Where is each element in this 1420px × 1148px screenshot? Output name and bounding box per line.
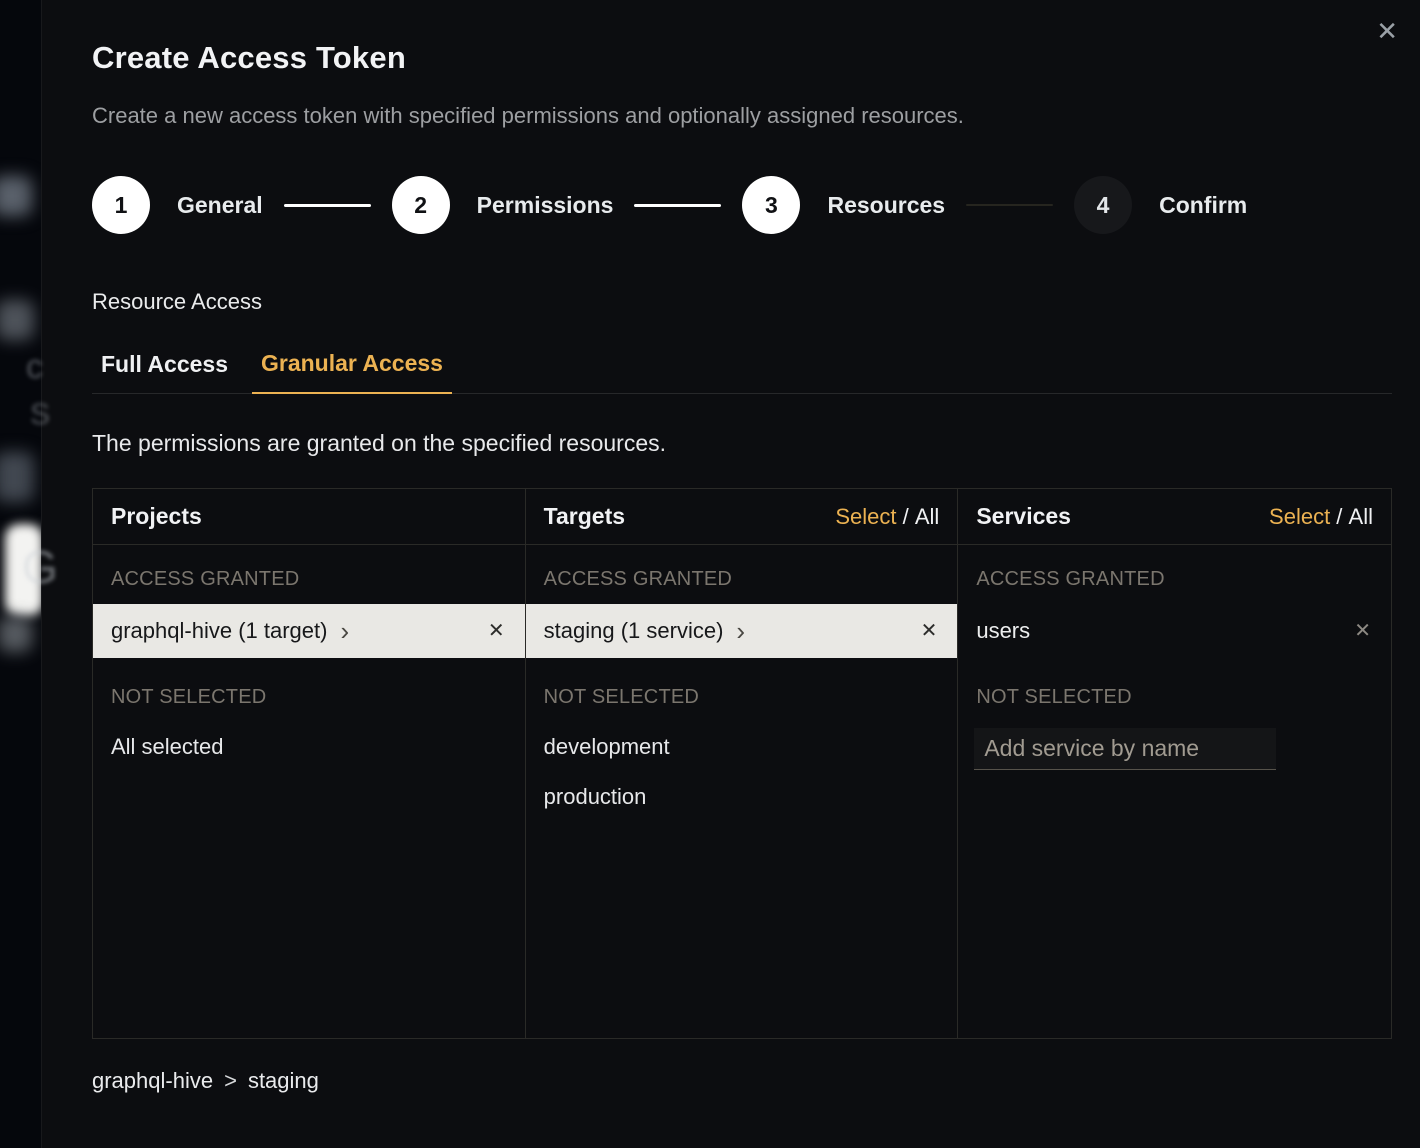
granted-service-name: users (976, 618, 1030, 644)
granted-project-name: graphql-hive (1 target) (111, 618, 327, 644)
services-select-all: Select / All (1269, 504, 1373, 530)
backdrop-blur-blob (0, 616, 32, 652)
projects-all-selected-note: All selected (93, 722, 525, 772)
column-title: Projects (111, 503, 202, 530)
step-connector (966, 204, 1053, 206)
step-label: Resources (827, 192, 945, 219)
step-connector (284, 204, 371, 207)
add-service-input[interactable] (974, 728, 1276, 770)
breadcrumb-target[interactable]: staging (248, 1068, 319, 1094)
targets-all-link[interactable]: All (915, 504, 939, 530)
granted-target-row[interactable]: staging (1 service) › ✕ (526, 604, 958, 658)
breadcrumb: graphql-hive > staging (92, 1068, 1392, 1094)
select-all-separator: / (897, 504, 915, 529)
step-number-circle: 4 (1074, 176, 1132, 234)
granted-target-name: staging (1 service) (544, 618, 724, 644)
stepper: 1 General 2 Permissions 3 Resources 4 Co… (92, 176, 1392, 234)
modal-subtitle: Create a new access token with specified… (92, 103, 1392, 129)
breadcrumb-project[interactable]: graphql-hive (92, 1068, 213, 1094)
resource-access-heading: Resource Access (92, 289, 1392, 315)
step-confirm[interactable]: 4 Confirm (1074, 176, 1247, 234)
services-select-link[interactable]: Select (1269, 504, 1330, 530)
targets-column: Targets Select / All ACCESS GRANTED stag… (526, 489, 959, 1038)
projects-column: Projects ACCESS GRANTED graphql-hive (1 … (93, 489, 526, 1038)
create-access-token-modal: ✕ Create Access Token Create a new acces… (41, 0, 1420, 1148)
backdrop-blur-blob (0, 176, 32, 216)
backdrop-blur-blob (0, 300, 34, 340)
step-connector (634, 204, 721, 207)
step-label: Confirm (1159, 192, 1247, 219)
access-granted-label: ACCESS GRANTED (526, 545, 958, 604)
projects-column-header: Projects (93, 489, 525, 545)
step-permissions[interactable]: 2 Permissions (392, 176, 614, 234)
services-all-link[interactable]: All (1349, 504, 1373, 530)
backdrop-blur-blob (0, 452, 34, 502)
step-general[interactable]: 1 General (92, 176, 263, 234)
access-granted-label: ACCESS GRANTED (958, 545, 1391, 604)
tab-full-access[interactable]: Full Access (92, 350, 237, 393)
not-selected-label: NOT SELECTED (958, 658, 1391, 722)
targets-select-link[interactable]: Select (835, 504, 896, 530)
page-title: Create Access Token (92, 40, 1392, 76)
column-title: Services (976, 503, 1071, 530)
target-option-development[interactable]: development (526, 722, 958, 772)
granted-service-row[interactable]: users ✕ (958, 604, 1391, 658)
services-column: Services Select / All ACCESS GRANTED use… (958, 489, 1391, 1038)
step-label: General (177, 192, 263, 219)
chevron-right-icon: › (736, 618, 745, 644)
remove-service-icon[interactable]: ✕ (1352, 619, 1373, 643)
close-icon[interactable]: ✕ (1370, 12, 1404, 50)
granular-access-description: The permissions are granted on the speci… (92, 430, 1392, 457)
step-resources[interactable]: 3 Resources (742, 176, 945, 234)
resource-selector-table: Projects ACCESS GRANTED graphql-hive (1 … (92, 488, 1392, 1039)
services-column-header: Services Select / All (958, 489, 1391, 545)
not-selected-label: NOT SELECTED (526, 658, 958, 722)
targets-column-header: Targets Select / All (526, 489, 958, 545)
granted-project-row[interactable]: graphql-hive (1 target) › ✕ (93, 604, 525, 658)
target-option-production[interactable]: production (526, 772, 958, 822)
tab-granular-access[interactable]: Granular Access (252, 350, 452, 394)
access-mode-tabs: Full Access Granular Access (92, 350, 1392, 394)
not-selected-label: NOT SELECTED (93, 658, 525, 722)
remove-target-icon[interactable]: ✕ (919, 619, 940, 643)
step-number-circle: 3 (742, 176, 800, 234)
chevron-right-icon: › (340, 618, 349, 644)
breadcrumb-separator: > (224, 1068, 237, 1094)
step-number-circle: 1 (92, 176, 150, 234)
access-granted-label: ACCESS GRANTED (93, 545, 525, 604)
targets-select-all: Select / All (835, 504, 939, 530)
backdrop-blur-card (5, 524, 43, 616)
backdrop-page-strip (0, 0, 41, 1148)
select-all-separator: / (1330, 504, 1348, 529)
step-number-circle: 2 (392, 176, 450, 234)
column-title: Targets (544, 503, 625, 530)
step-label: Permissions (477, 192, 614, 219)
remove-project-icon[interactable]: ✕ (486, 619, 507, 643)
